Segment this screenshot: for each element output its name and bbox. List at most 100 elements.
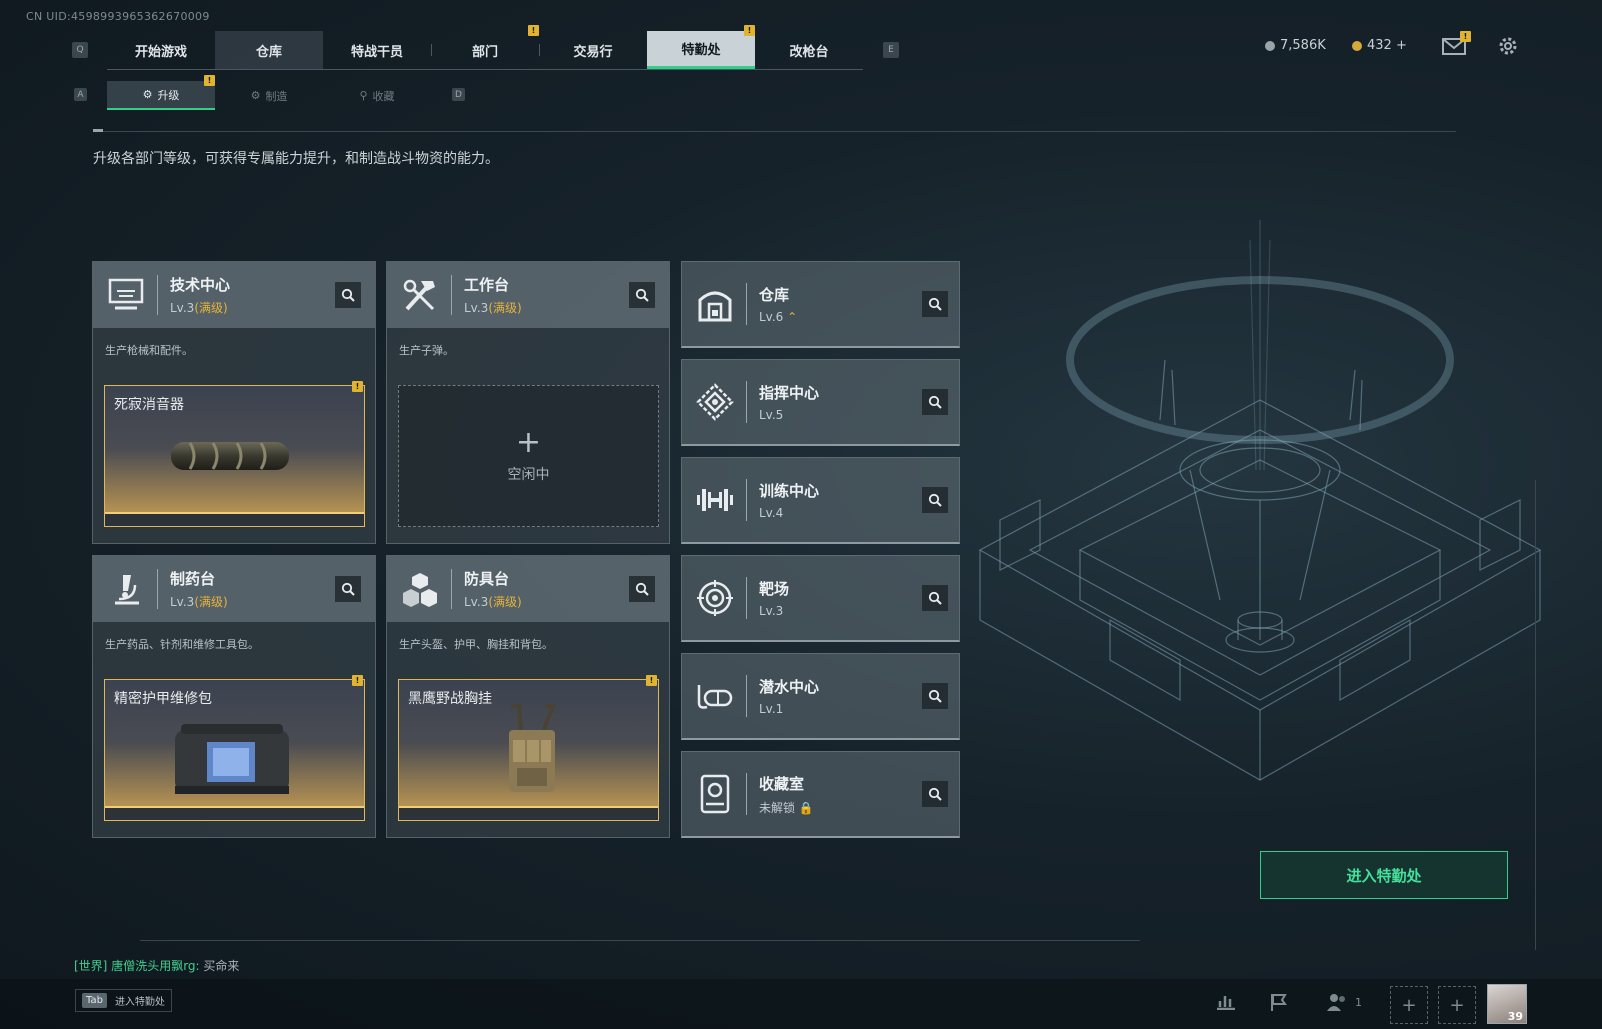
add-teammate-button[interactable]: + <box>1438 986 1476 1024</box>
workshop-card-pharmacy[interactable]: 制药台 Lv.3(满级) 生产药品、针剂和维修工具包。 精密护甲维修包 ! <box>92 555 376 838</box>
boxes-icon <box>399 568 441 610</box>
subtab-collection[interactable]: ⚲ 收藏 <box>323 81 431 110</box>
tab-label: 特战干员 <box>350 44 403 60</box>
tab-start-game[interactable]: 开始游戏 <box>107 31 215 69</box>
repair-kit-image <box>175 724 289 794</box>
production-slot[interactable]: 黑鹰野战胸挂 ! <box>398 675 659 821</box>
silver-amount: 7,586K <box>1280 38 1326 53</box>
main-nav: 开始游戏 仓库 特战干员 部门 ! 交易行 特勤处 ! 改枪台 <box>107 25 863 70</box>
level-text: Lv.3 <box>464 595 489 609</box>
workshop-card-workbench[interactable]: 工作台 Lv.3(满级) 生产子弹。 + 空闲中 <box>386 261 670 544</box>
level-text: Lv.6 <box>759 310 784 324</box>
workshop-card-tech-center[interactable]: 技术中心 Lv.3(满级) 生产枪械和配件。 死寂消音器 ! <box>92 261 376 544</box>
facility-card-warehouse[interactable]: 仓库 Lv.6 ⌃ <box>681 261 960 348</box>
separator <box>746 381 747 423</box>
lock-icon: 🔒 <box>798 800 814 815</box>
facility-level: Lv.4 <box>759 506 784 520</box>
friends-button[interactable]: 1 <box>1325 992 1362 1012</box>
separator <box>746 675 747 717</box>
plus-icon: + <box>1449 994 1465 1016</box>
tab-warehouse[interactable]: 仓库 <box>215 31 323 69</box>
facility-card-collection-room[interactable]: 收藏室 未解锁 🔒 <box>681 751 960 838</box>
player-level: 39 <box>1507 1010 1523 1023</box>
separator <box>746 577 747 619</box>
card-header: 防具台 Lv.3(满级) <box>387 556 669 622</box>
tab-label: 开始游戏 <box>134 44 187 60</box>
friends-count: 1 <box>1355 995 1362 1009</box>
workshop-name: 防具台 <box>464 570 510 588</box>
slot-bar <box>399 808 658 820</box>
workshop-name: 工作台 <box>464 276 510 294</box>
search-icon[interactable] <box>922 683 948 709</box>
tab-label: 特勤处 <box>681 43 721 58</box>
facility-card-shooting-range[interactable]: 靶场 Lv.3 <box>681 555 960 642</box>
flag-icon[interactable] <box>1268 992 1288 1017</box>
tab-label: 交易行 <box>573 44 613 60</box>
player-uid: CN UID:4598993965362670009 <box>26 10 210 23</box>
subtab-craft[interactable]: ⚙ 制造 <box>215 81 323 110</box>
workshop-card-armor[interactable]: 防具台 Lv.3(满级) 生产头盔、护甲、胸挂和背包。 黑鹰野战胸挂 ! <box>386 555 670 838</box>
production-slot[interactable]: 死寂消音器 ! <box>104 381 365 527</box>
chat-channel: [世界] <box>74 959 108 973</box>
production-slot-idle[interactable]: + 空闲中 <box>398 385 659 527</box>
tab-gunsmith[interactable]: 改枪台 <box>755 31 863 69</box>
search-icon[interactable] <box>922 585 948 611</box>
friends-icon <box>1327 994 1345 1011</box>
facility-card-diving-center[interactable]: 潜水中心 Lv.1 <box>681 653 960 740</box>
facility-card-training-center[interactable]: 训练中心 Lv.4 <box>681 457 960 544</box>
separator <box>157 275 158 315</box>
player-avatar[interactable]: 39 <box>1487 984 1527 1024</box>
enter-special-ops-button[interactable]: 进入特勤处 <box>1260 851 1508 899</box>
search-icon[interactable] <box>922 781 948 807</box>
tab-trading[interactable]: 交易行 <box>539 31 647 69</box>
notification-badge: ! <box>352 381 363 392</box>
facility-name: 指挥中心 <box>759 384 820 402</box>
search-icon[interactable] <box>922 389 948 415</box>
lock-status: 未解锁 <box>759 800 796 815</box>
workshop-description: 生产子弹。 <box>399 344 454 357</box>
diving-mask-icon <box>694 675 736 717</box>
tab-key: Tab <box>82 993 107 1008</box>
search-icon[interactable] <box>629 282 655 308</box>
gold-currency[interactable]: 432 + <box>1352 38 1407 53</box>
workshop-name: 制药台 <box>170 570 216 588</box>
frame-line <box>1535 480 1536 950</box>
search-icon[interactable] <box>922 291 948 317</box>
max-level-tag: (满级) <box>488 301 522 315</box>
workshop-level: Lv.3(满级) <box>464 593 522 610</box>
facility-card-command-center[interactable]: 指挥中心 Lv.5 <box>681 359 960 446</box>
dumbbell-icon <box>694 479 736 521</box>
stats-chart-icon[interactable] <box>1215 992 1237 1015</box>
add-icon: + <box>515 425 542 460</box>
command-icon <box>694 381 736 423</box>
workshop-description: 生产枪械和配件。 <box>105 344 193 357</box>
mail-icon[interactable]: ! <box>1442 31 1471 61</box>
search-icon[interactable] <box>629 576 655 602</box>
search-icon[interactable] <box>335 282 361 308</box>
silver-coin-icon <box>1265 40 1275 51</box>
tab-shortcut-hint[interactable]: Tab 进入特勤处 <box>75 989 172 1012</box>
facility-level: Lv.5 <box>759 408 784 422</box>
level-text: Lv.3 <box>464 301 489 315</box>
search-icon[interactable] <box>335 576 361 602</box>
settings-gear-icon[interactable] <box>1497 35 1519 62</box>
subnav-next-key: D <box>452 88 465 101</box>
slot-bar <box>105 808 364 820</box>
add-teammate-button[interactable]: + <box>1390 986 1428 1024</box>
notification-badge: ! <box>204 75 215 86</box>
workshop-level: Lv.3(满级) <box>170 299 230 316</box>
tab-operators[interactable]: 特战干员 <box>323 31 431 69</box>
search-icon[interactable] <box>922 487 948 513</box>
facility-name: 靶场 <box>759 580 790 598</box>
mail-badge: ! <box>1460 31 1471 42</box>
tab-departments[interactable]: 部门 ! <box>431 25 539 69</box>
craft-icon: ⚙ <box>250 89 261 102</box>
chat-line[interactable]: [世界] 唐僧洗头用飘rg: 买命来 <box>74 957 239 974</box>
upgrade-arrow-icon: ⌃ <box>787 310 798 324</box>
tab-special-ops[interactable]: 特勤处 ! <box>647 25 755 69</box>
subtab-upgrade[interactable]: ⚙ 升级 ! <box>107 75 215 110</box>
production-slot[interactable]: 精密护甲维修包 ! <box>104 675 365 821</box>
microscope-icon <box>105 568 147 610</box>
gold-coin-icon <box>1352 40 1362 51</box>
workshop-description: 生产头盔、护甲、胸挂和背包。 <box>399 638 553 651</box>
